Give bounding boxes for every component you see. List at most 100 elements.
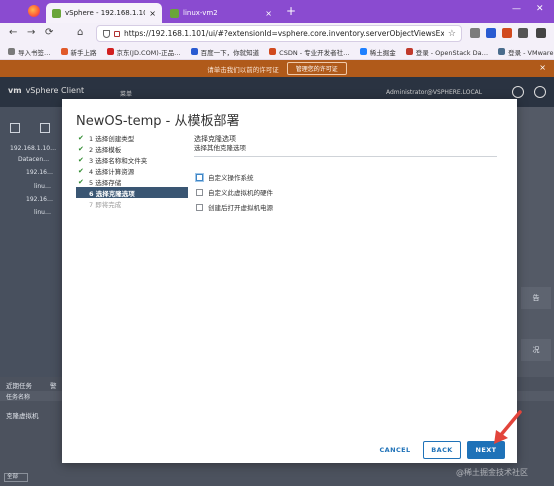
vms-templates-icon[interactable]: [40, 123, 50, 133]
option-label: 创建后打开虚拟机电源: [208, 204, 273, 212]
section-subheading: 选择其他克隆选项: [194, 144, 246, 152]
vmware-logo-icon: vm: [8, 86, 22, 95]
step-label: 4 选择计算资源: [89, 167, 135, 176]
banner-text: 请单击我们以前的许可证: [207, 65, 279, 74]
close-tab-icon[interactable]: ×: [149, 9, 156, 18]
smiley-icon[interactable]: [534, 86, 546, 98]
customize-os-option[interactable]: 自定义操作系统: [196, 172, 254, 182]
bookmark-star-icon[interactable]: ☆: [448, 29, 461, 39]
bookmark-item[interactable]: 百度一下，你就知道: [190, 47, 259, 57]
close-banner-icon[interactable]: ×: [539, 63, 546, 72]
main-menu[interactable]: 菜单: [120, 89, 132, 98]
tree-node[interactable]: 192.16…: [26, 169, 53, 176]
menu-icon[interactable]: [536, 28, 546, 38]
close-tab-icon[interactable]: ×: [265, 9, 272, 18]
extension-icon[interactable]: [470, 28, 480, 38]
checkmark-icon: ✔: [78, 155, 84, 164]
bookmark-icon: [106, 48, 114, 55]
step-label: 3 选择名称和文件夹: [89, 156, 148, 165]
checkmark-icon: ✔: [78, 144, 84, 153]
wizard-step-3[interactable]: ✔ 3 选择名称和文件夹: [76, 154, 188, 165]
bookmark-item[interactable]: CSDN - 专业开发者社…: [269, 47, 350, 57]
vsphere-favicon-icon: [52, 8, 61, 18]
bookmark-item[interactable]: 导入书签…: [8, 47, 51, 57]
user-menu[interactable]: Administrator@VSPHERE.LOCAL: [386, 89, 482, 96]
step-label: 1 选择创建类型: [89, 134, 135, 143]
license-banner: 请单击我们以前的许可证 管理您的许可证 ×: [0, 60, 554, 77]
url-text[interactable]: https://192.168.1.101/ui/#?extensionId=v…: [124, 29, 444, 38]
option-label: 自定义操作系统: [208, 174, 254, 182]
navigation-bar: ← → ⟳ ⌂ https://192.168.1.101/ui/#?exten…: [0, 23, 554, 44]
firefox-icon: [28, 5, 40, 17]
wizard-step-6[interactable]: 6 选择克隆选项: [76, 187, 188, 198]
forward-button[interactable]: →: [27, 27, 35, 39]
tree-node[interactable]: 192.16…: [26, 196, 53, 203]
tree-node[interactable]: linu…: [34, 183, 51, 190]
wizard-step-7: 7 即将完成: [76, 198, 188, 209]
wizard-step-4[interactable]: ✔ 4 选择计算资源: [76, 165, 188, 176]
bookmark-item[interactable]: 稀土掘金: [359, 47, 396, 57]
shield-icon: [103, 29, 110, 38]
power-on-option[interactable]: 创建后打开虚拟机电源: [196, 202, 273, 212]
customize-os-checkbox[interactable]: [196, 173, 203, 181]
task-row[interactable]: 克隆虚拟机: [6, 410, 39, 420]
refresh-icon[interactable]: [512, 86, 524, 98]
address-bar[interactable]: https://192.168.1.101/ui/#?extensionId=v…: [96, 25, 462, 42]
watermark: @稀土掘金技术社区: [456, 468, 528, 477]
reload-button[interactable]: ⟳: [45, 27, 53, 39]
bookmark-icon: [60, 48, 68, 55]
customize-hardware-option[interactable]: 自定义此虚拟机的硬件: [196, 187, 273, 197]
bookmark-item[interactable]: 登录 - OpenStack Da…: [405, 47, 488, 57]
extension-icon[interactable]: [486, 28, 496, 38]
close-window-icon[interactable]: ✕: [536, 4, 544, 14]
bookmark-icon: [190, 48, 198, 55]
hosts-clusters-icon[interactable]: [10, 123, 20, 133]
step-label: 7 即将完成: [89, 200, 122, 209]
tab-recent-tasks[interactable]: 近期任务: [6, 380, 32, 390]
step-label: 5 选择存储: [89, 178, 122, 187]
column-task-name[interactable]: 任务名称: [6, 392, 30, 401]
tree-node[interactable]: linu…: [34, 209, 51, 216]
tab-linux-vm2[interactable]: linux-vm2 ×: [164, 3, 278, 23]
step-label: 6 选择克隆选项: [89, 189, 135, 198]
bookmarks-bar: 导入书签… 新手上路 京东(JD.COM)-正品… 百度一下，你就知道 CSDN…: [0, 44, 554, 60]
customize-hardware-checkbox[interactable]: [196, 188, 203, 196]
bookmark-label: 稀土掘金: [369, 48, 396, 57]
summary-block: 况: [521, 339, 551, 361]
power-on-checkbox[interactable]: [196, 203, 203, 211]
tab-title: linux-vm2: [183, 9, 218, 17]
deploy-wizard-dialog: NewOS-temp - 从模板部署 ✔ 1 选择创建类型 ✔ 2 选择模板 ✔ 3 …: [62, 99, 517, 463]
bookmark-item[interactable]: 新手上路: [60, 47, 97, 57]
tree-node[interactable]: 192.168.1.10…: [10, 145, 56, 152]
bookmark-label: 新手上路: [70, 48, 97, 57]
product-name: vSphere Client: [25, 86, 85, 95]
option-label: 自定义此虚拟机的硬件: [208, 189, 273, 197]
tab-alarms[interactable]: 警: [50, 380, 57, 390]
minimize-icon[interactable]: —: [512, 4, 521, 14]
home-button[interactable]: ⌂: [77, 27, 83, 39]
cancel-button[interactable]: CANCEL: [375, 441, 415, 459]
bookmark-item[interactable]: 京东(JD.COM)-正品…: [106, 47, 181, 57]
wizard-step-2[interactable]: ✔ 2 选择模板: [76, 143, 188, 154]
back-button[interactable]: BACK: [423, 441, 461, 459]
browser-tab-strip: vSphere - 192.168.1.103 - 同… × linux-vm2…: [0, 0, 554, 23]
back-button[interactable]: ←: [9, 27, 17, 39]
wizard-step-5[interactable]: ✔ 5 选择存储: [76, 176, 188, 187]
new-tab-button[interactable]: +: [286, 4, 296, 18]
checkmark-icon: ✔: [78, 133, 84, 142]
section-heading: 选择克隆选项: [194, 135, 236, 143]
summary-block: 告: [521, 287, 551, 309]
lock-icon: [114, 30, 120, 37]
wizard-step-1[interactable]: ✔ 1 选择创建类型: [76, 132, 188, 143]
tree-node[interactable]: Datacen…: [18, 156, 49, 163]
tasks-filter-select[interactable]: 全部: [4, 473, 28, 482]
bookmark-label: 京东(JD.COM)-正品…: [116, 48, 181, 57]
annotation-arrow-icon: [494, 410, 522, 444]
manage-license-button[interactable]: 管理您的许可证: [286, 62, 347, 75]
bookmark-item[interactable]: 登录 - VMware ESXi: [498, 47, 554, 57]
extension-icon[interactable]: [502, 28, 512, 38]
tab-vsphere[interactable]: vSphere - 192.168.1.103 - 同… ×: [46, 3, 162, 23]
account-icon[interactable]: [518, 28, 528, 38]
bookmark-icon: [498, 48, 506, 55]
clone-options-header: 选择克隆选项 选择其他克隆选项: [194, 135, 497, 157]
